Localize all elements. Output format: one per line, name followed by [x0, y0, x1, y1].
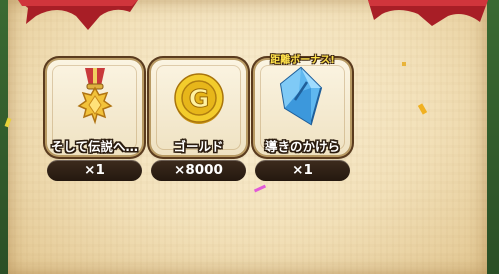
ribbon-left-decoration — [18, 0, 138, 30]
reward-quantity: ×1 — [47, 160, 142, 181]
svg-text:G: G — [189, 84, 210, 113]
distance-bonus-badge: 距離ボーナス! — [270, 55, 335, 66]
background-right — [485, 0, 499, 274]
medal-icon — [77, 68, 113, 125]
reward-quantity: ×8000 — [151, 160, 246, 181]
reward-quantity: ×1 — [255, 160, 350, 181]
crystal-shard-icon — [279, 66, 323, 126]
confetti-piece — [402, 62, 406, 66]
reward-name: 導きのかけら — [264, 139, 340, 154]
ribbon-right-decoration — [368, 0, 488, 26]
reward-name: ゴールド — [173, 139, 224, 154]
reward-name: そして伝説へ… — [50, 139, 139, 154]
gold-coin-icon: G — [174, 73, 224, 124]
